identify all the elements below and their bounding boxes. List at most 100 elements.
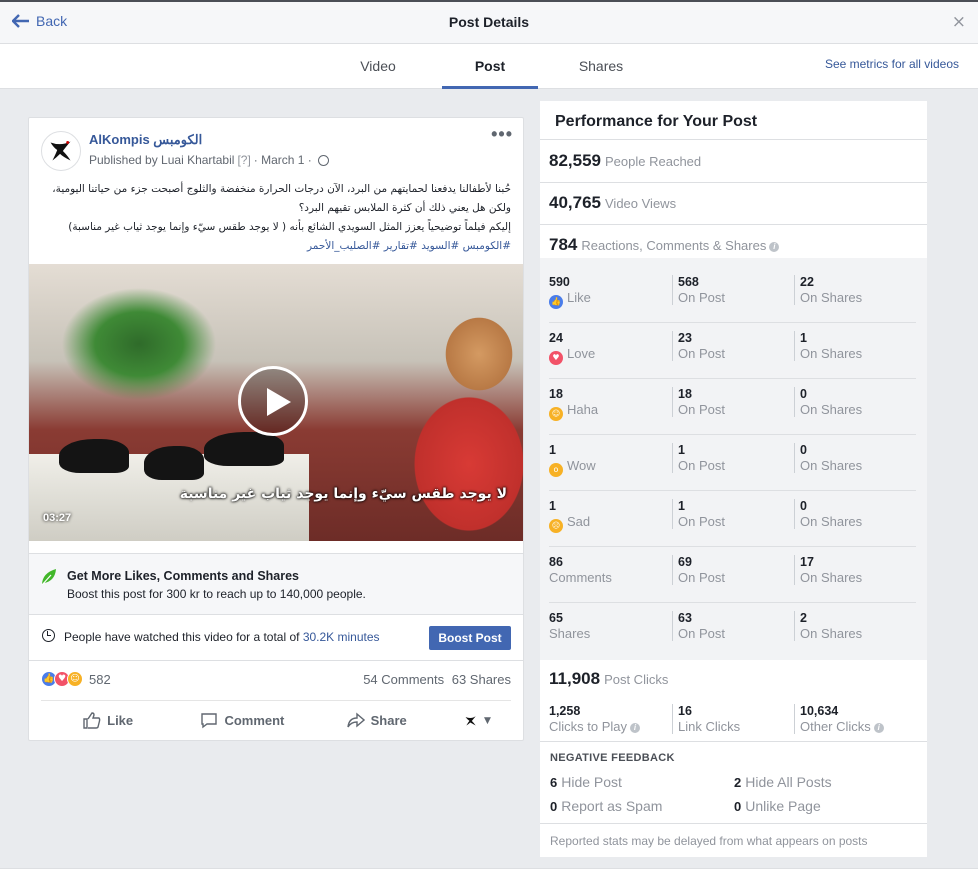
post-text: حُبنا لأطفالنا يدفعنا لحمايتهم من البرد،… <box>43 180 511 256</box>
reaction-total-cell: 65 Shares <box>549 610 590 642</box>
people-reached-value: 82,559 <box>549 151 601 170</box>
video-caption: لا يوجد طقس سيّء وإنما يوجد ثياب غير منا… <box>179 486 507 502</box>
engagement-row: 24 ♥ Love 23 On Post 1 On Shares <box>540 323 927 379</box>
comment-label: Comment <box>224 713 285 728</box>
divider <box>540 224 927 225</box>
page-name-link[interactable]: AlKompis الكومبس <box>89 132 202 148</box>
reaction-label: Like <box>567 290 591 305</box>
chevron-down-icon: ▼ <box>483 715 491 726</box>
comment-button[interactable]: Comment <box>175 701 309 740</box>
on-post-label: On Post <box>678 458 725 473</box>
on-post-value: 1 <box>678 443 685 457</box>
video-views-label: Video Views <box>605 196 677 211</box>
other-clicks-cell: 10,634 Other Clicks i <box>800 703 884 735</box>
boost-post-button[interactable]: Boost Post <box>429 626 511 650</box>
see-metrics-link[interactable]: See metrics for all videos <box>825 57 959 71</box>
watch-minutes-link[interactable]: 30.2K minutes <box>303 630 380 644</box>
rcs-label: Reactions, Comments & Shares <box>581 238 767 253</box>
reaction-label: Love <box>567 346 596 361</box>
boost-title: Get More Likes, Comments and Shares <box>67 569 300 583</box>
post-clicks-value: 11,908 <box>549 669 601 688</box>
video-views: 40,765 Video Views <box>549 193 676 213</box>
boost-description: Boost this post for 300 kr to reach up t… <box>67 587 366 601</box>
like-button[interactable]: Like <box>41 701 175 740</box>
reaction-total-cell: 24 ♥ Love <box>549 330 595 365</box>
clicks-to-play-value: 1,258 <box>549 704 581 718</box>
on-shares-cell: 2 On Shares <box>800 610 862 642</box>
tab-shares[interactable]: Shares <box>566 44 636 89</box>
column-divider <box>794 499 795 529</box>
shares-count-link[interactable]: 63 Shares <box>452 672 511 687</box>
post-clicks: 11,908 Post Clicks <box>549 669 668 689</box>
people-reached: 82,559 People Reached <box>549 151 701 171</box>
negative-feedback-title: NEGATIVE FEEDBACK <box>550 752 675 764</box>
close-icon[interactable]: × <box>952 12 966 32</box>
column-divider <box>672 704 673 734</box>
hide-all-posts-value: 2 <box>734 775 742 790</box>
column-divider <box>672 443 673 473</box>
on-post-cell: 23 On Post <box>678 330 725 362</box>
bird-logo-icon <box>50 141 71 161</box>
link-clicks-cell: 16 Link Clicks <box>678 703 740 735</box>
reaction-label: Haha <box>567 402 599 417</box>
reaction-total-cell: 590 👍 Like <box>549 274 591 309</box>
reaction-total: 24 <box>549 331 563 345</box>
on-shares-cell: 0 On Shares <box>800 498 862 530</box>
hide-post-value: 6 <box>550 775 558 790</box>
comments-count-link[interactable]: 54 Comments <box>363 672 444 687</box>
help-hint[interactable]: [?] <box>237 153 250 167</box>
post-as-selector[interactable]: ▼ <box>444 701 511 740</box>
on-post-value: 18 <box>678 387 692 401</box>
reaction-total: 18 <box>549 387 563 401</box>
on-post-cell: 18 On Post <box>678 386 725 418</box>
on-post-value: 23 <box>678 331 692 345</box>
share-button[interactable]: Share <box>310 701 444 740</box>
on-shares-cell: 0 On Shares <box>800 442 862 474</box>
published-by: Published by Luai Khartabil <box>89 153 235 167</box>
on-shares-label: On Shares <box>800 346 863 361</box>
performance-title: Performance for Your Post <box>555 113 758 130</box>
reaction-summary[interactable]: 👍 ♥ ☺ 582 <box>41 671 111 687</box>
tab-video[interactable]: Video <box>343 44 413 89</box>
play-icon[interactable] <box>238 366 308 436</box>
divider <box>540 741 927 742</box>
column-divider <box>672 555 673 585</box>
other-clicks-value: 10,634 <box>800 704 839 718</box>
info-icon[interactable]: i <box>630 723 641 733</box>
on-shares-cell: 0 On Shares <box>800 386 862 418</box>
tab-post[interactable]: Post <box>442 44 538 89</box>
reaction-label: Wow <box>567 458 596 473</box>
on-shares-value: 0 <box>800 387 807 401</box>
post-clicks-label: Post Clicks <box>604 672 669 687</box>
reaction-total-cell: 86 Comments <box>549 554 612 586</box>
leaf-icon <box>41 569 56 586</box>
engagement-row: 1 ☹ Sad 1 On Post 0 On Shares <box>540 491 927 547</box>
globe-icon <box>317 154 329 166</box>
info-icon[interactable]: i <box>769 242 780 252</box>
divider <box>540 823 927 824</box>
column-divider <box>794 331 795 361</box>
clicks-to-play-cell: 1,258 Clicks to Play i <box>549 703 641 735</box>
post-hashtags[interactable]: #الكومبس #السويد #تقارير #الصليب_الأحمر <box>43 237 511 256</box>
comment-icon <box>201 713 218 729</box>
on-shares-label: On Shares <box>800 626 863 641</box>
on-post-label: On Post <box>678 346 725 361</box>
post-actions: Like Comment Share ▼ <box>41 700 511 740</box>
video-scene <box>204 432 284 466</box>
column-divider <box>672 611 673 641</box>
info-icon[interactable]: i <box>873 723 884 733</box>
video-player[interactable]: لا يوجد طقس سيّء وإنما يوجد ثياب غير منا… <box>29 264 523 541</box>
reaction-label: Comments <box>549 570 612 585</box>
on-post-value: 63 <box>678 611 692 625</box>
reaction-total: 1 <box>549 499 556 513</box>
on-shares-cell: 1 On Shares <box>800 330 862 362</box>
sad-icon: ☹ <box>549 519 563 533</box>
more-options-icon[interactable]: ••• <box>491 124 513 145</box>
video-scene <box>59 439 129 473</box>
unlike-page-value: 0 <box>734 799 742 814</box>
post-date[interactable]: · March 1 · <box>254 153 312 167</box>
reaction-total: 65 <box>549 611 563 625</box>
watch-time-row: People have watched this video for a tot… <box>29 616 523 661</box>
divider <box>540 139 927 140</box>
page-avatar[interactable] <box>41 131 81 171</box>
